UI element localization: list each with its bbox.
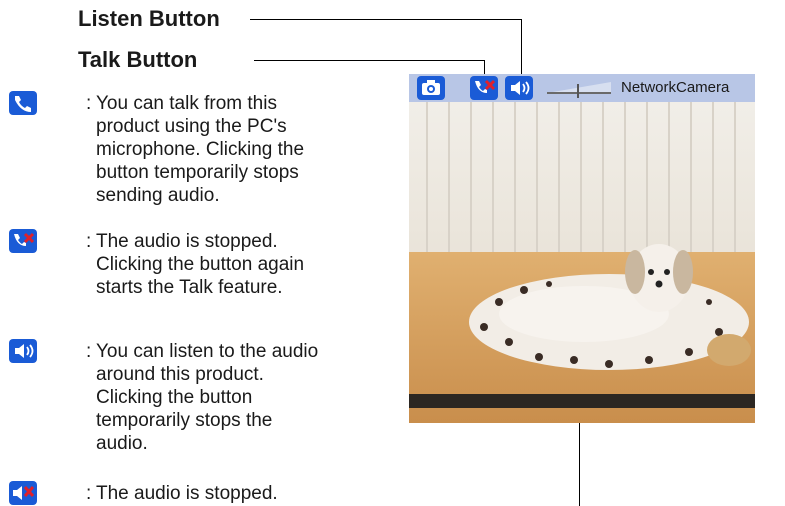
desc-line: product using the PC's bbox=[96, 116, 287, 137]
desc-line: You can talk from this bbox=[96, 93, 277, 114]
listen-stopped-icon bbox=[8, 480, 38, 506]
talk-stopped-icon bbox=[8, 228, 38, 254]
listen-leader-horizontal bbox=[250, 19, 522, 20]
desc-line: button temporarily stops bbox=[96, 162, 299, 183]
desc-line: around this product. bbox=[96, 364, 264, 385]
viewer-toolbar: NetworkCamera bbox=[409, 74, 755, 102]
desc-line: You can listen to the audio bbox=[96, 341, 319, 362]
colon: : bbox=[86, 231, 92, 252]
desc-line: microphone. Clicking the bbox=[96, 139, 305, 160]
talk-on-description: : You can talk from this product using t… bbox=[86, 92, 386, 212]
talk-stopped-icon bbox=[470, 76, 498, 100]
talk-leader-horizontal bbox=[254, 60, 485, 61]
camera-icon bbox=[417, 76, 445, 100]
desc-line: Clicking the button again bbox=[96, 254, 305, 275]
snapshot-button[interactable] bbox=[417, 76, 445, 100]
desc-line: starts the Talk feature. bbox=[96, 277, 283, 298]
camera-title: NetworkCamera bbox=[621, 79, 730, 96]
listen-on-icon bbox=[8, 338, 38, 364]
talk-button[interactable] bbox=[470, 76, 498, 100]
desc-line: sending audio. bbox=[96, 185, 220, 206]
desc-line: Clicking the button bbox=[96, 387, 253, 408]
colon: : bbox=[86, 341, 92, 362]
volume-slider[interactable] bbox=[545, 78, 615, 98]
listen-leader-vertical bbox=[521, 19, 522, 76]
camera-viewer: NetworkCamera bbox=[409, 74, 755, 423]
listen-button[interactable] bbox=[505, 76, 533, 100]
desc-line: audio. bbox=[96, 433, 148, 454]
colon: : bbox=[86, 483, 92, 504]
speaker-icon bbox=[505, 76, 533, 100]
talk-stopped-description: : The audio is stopped. Clicking the but… bbox=[86, 230, 386, 302]
listen-stopped-description: : The audio is stopped. bbox=[86, 482, 386, 506]
desc-line: The audio is stopped. bbox=[96, 231, 278, 252]
colon: : bbox=[86, 93, 92, 114]
talk-button-callout: Talk Button bbox=[78, 47, 198, 72]
talk-on-icon bbox=[8, 90, 38, 116]
camera-image bbox=[409, 102, 755, 423]
listen-button-callout: Listen Button bbox=[78, 6, 220, 31]
desc-line: The audio is stopped. bbox=[96, 483, 278, 504]
desc-line: temporarily stops the bbox=[96, 410, 273, 431]
listen-on-description: : You can listen to the audio around thi… bbox=[86, 340, 386, 460]
